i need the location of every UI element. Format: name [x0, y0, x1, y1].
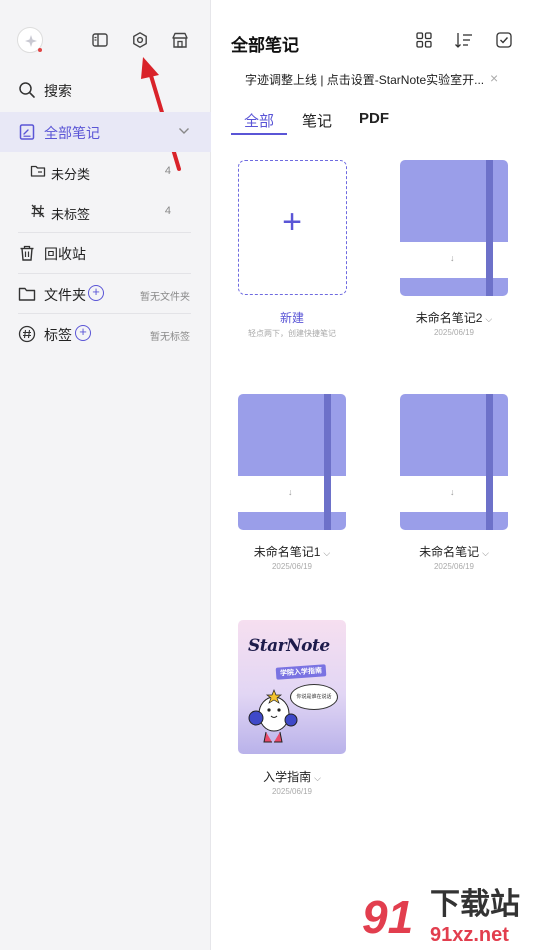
arrow-down-icon: ↓	[288, 487, 293, 497]
add-folder-button[interactable]: +	[88, 285, 104, 301]
main-panel: 全部笔记 字迹调整上线 | 点击设置-StarNote实验室开... × 全部 …	[211, 0, 534, 950]
trash-icon	[18, 244, 36, 267]
chevron-down-icon[interactable]: ⌵	[314, 773, 321, 783]
new-note-label: 新建	[279, 311, 304, 325]
watermark-url: 91xz.net	[430, 924, 509, 946]
notebook-cover[interactable]: ↓	[400, 394, 508, 530]
app-window: 搜索 全部笔记 未分类 4 未标签 4 回收站 文件夹 + 暂无文件夹 标签 +…	[0, 0, 534, 950]
folder-icon	[30, 163, 46, 184]
chevron-down-icon[interactable]: ⌵	[482, 548, 489, 558]
sidebar-toggle-icon[interactable]	[91, 31, 109, 49]
new-note-hint: 轻点两下，创建快捷笔记	[248, 329, 336, 338]
store-icon[interactable]	[171, 31, 189, 49]
sidebar-item-uncategorized[interactable]: 未分类 4	[0, 152, 211, 192]
avatar-logo[interactable]	[17, 27, 43, 53]
notebook-title[interactable]: 入学指南 ⌵	[222, 768, 362, 785]
mascot-illustration	[248, 689, 298, 743]
close-icon[interactable]: ×	[490, 70, 498, 86]
sidebar: 搜索 全部笔记 未分类 4 未标签 4 回收站 文件夹 + 暂无文件夹 标签 +…	[0, 0, 211, 950]
sidebar-item-label: 文件夹	[44, 287, 86, 303]
tab-pdf[interactable]: PDF	[351, 110, 397, 135]
sidebar-item-search[interactable]: 搜索	[0, 70, 211, 110]
folders-hint: 暂无文件夹	[140, 292, 190, 303]
watermark: 91 下载站 91xz.net	[362, 884, 534, 950]
item-count: 4	[164, 205, 171, 217]
chevron-down-icon[interactable]	[178, 127, 190, 135]
sidebar-item-label: 未标签	[51, 207, 91, 222]
sort-icon[interactable]	[454, 31, 474, 49]
add-tag-button[interactable]: +	[75, 325, 91, 341]
sidebar-item-label: 标签	[44, 327, 72, 343]
sidebar-item-untagged[interactable]: 未标签 4	[0, 192, 211, 232]
sidebar-item-trash[interactable]: 回收站	[0, 233, 211, 273]
select-icon[interactable]	[495, 31, 513, 49]
page-title: 全部笔记	[231, 36, 299, 55]
search-icon	[18, 81, 36, 104]
folder-icon	[18, 285, 36, 308]
sidebar-item-folders[interactable]: 文件夹 + 暂无文件夹	[0, 274, 211, 314]
sidebar-item-label: 全部笔记	[44, 125, 100, 141]
tab-notes[interactable]: 笔记	[297, 110, 337, 135]
sidebar-item-label: 回收站	[44, 246, 86, 262]
untagged-icon	[30, 203, 46, 224]
sidebar-item-tags[interactable]: 标签 + 暂无标签	[0, 314, 211, 354]
chevron-down-icon[interactable]: ⌵	[485, 314, 492, 324]
tags-hint: 暂无标签	[150, 332, 190, 343]
notebook-date: 2025/06/19	[433, 328, 475, 337]
arrow-down-icon: ↓	[450, 487, 455, 497]
sidebar-item-label: 搜索	[44, 83, 72, 99]
watermark-text: 下载站	[430, 888, 520, 921]
starnote-logo: StarNote	[248, 636, 330, 656]
chevron-down-icon[interactable]: ⌵	[323, 548, 330, 558]
guide-badge: 学院入学指南	[275, 664, 327, 680]
plus-icon: +	[282, 203, 302, 241]
notebook-title[interactable]: 未命名笔记1 ⌵	[222, 543, 362, 560]
watermark-logo: 91	[362, 891, 414, 943]
notebook-title[interactable]: 未命名笔记 ⌵	[384, 543, 524, 560]
notebook-date: 2025/06/19	[433, 562, 475, 571]
sidebar-item-label: 未分类	[51, 167, 91, 182]
sidebar-item-all-notes[interactable]: 全部笔记	[0, 112, 211, 152]
tab-all[interactable]: 全部	[231, 110, 287, 135]
arrow-down-icon: ↓	[450, 253, 455, 263]
item-count: 4	[164, 165, 171, 177]
hashtag-icon	[18, 325, 36, 348]
new-note-card[interactable]: +	[238, 160, 347, 295]
notebook-date: 2025/06/19	[271, 787, 313, 796]
notebook-date: 2025/06/19	[271, 562, 313, 571]
notebook-cover[interactable]: ↓	[400, 160, 508, 296]
note-icon	[18, 123, 36, 146]
notebook-cover[interactable]: ↓	[238, 394, 346, 530]
grid-view-icon[interactable]	[415, 31, 433, 49]
guide-cover[interactable]: StarNote 学院入学指南 你说是谁在说话	[238, 620, 346, 754]
notebook-title[interactable]: 未命名笔记2 ⌵	[384, 309, 524, 326]
announcement-banner[interactable]: 字迹调整上线 | 点击设置-StarNote实验室开...	[245, 71, 485, 87]
settings-icon[interactable]	[131, 31, 149, 49]
